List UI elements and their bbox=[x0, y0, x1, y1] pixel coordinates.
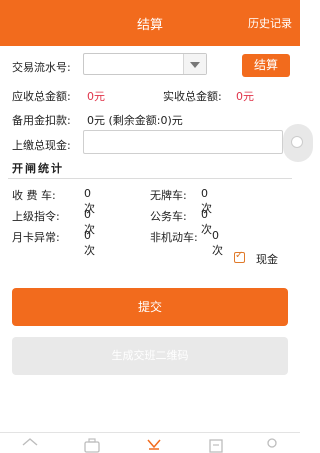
home-icon[interactable] bbox=[22, 437, 38, 453]
generate-shift-qrcode-button[interactable]: 生成交班二维码 bbox=[12, 337, 288, 375]
settle-button[interactable]: 结算 bbox=[242, 54, 290, 77]
stat-label: 月卡异常: bbox=[12, 231, 60, 244]
stat-unlicensed-car: 无牌车: 0次 bbox=[150, 187, 212, 215]
stat-label: 上级指令: bbox=[12, 210, 60, 223]
stat-official-car: 公务车: 0次 bbox=[150, 208, 212, 236]
cash-total-label: 上缴总现金: bbox=[12, 139, 71, 152]
settlement-icon[interactable] bbox=[146, 437, 162, 453]
cash-checkbox-label: 现金 bbox=[256, 253, 278, 266]
txn-number-select[interactable] bbox=[83, 53, 207, 75]
chevron-down-icon[interactable] bbox=[183, 54, 206, 74]
reserve-value: 0元 (剩余金额:0)元 bbox=[87, 114, 183, 127]
bottom-tabbar bbox=[0, 432, 300, 453]
stat-label: 公务车: bbox=[150, 210, 187, 223]
cash-total-input[interactable] bbox=[83, 130, 283, 154]
stat-label: 无牌车: bbox=[150, 189, 187, 202]
user-icon[interactable] bbox=[264, 437, 280, 453]
stats-divider bbox=[8, 178, 292, 179]
history-link[interactable]: 历史记录 bbox=[248, 15, 292, 31]
camera-icon[interactable] bbox=[84, 437, 100, 453]
app-header: 结算 历史记录 bbox=[0, 0, 300, 46]
stat-monthly-card-error: 月卡异常: 0次 bbox=[12, 229, 95, 257]
stat-superior-command: 上级指令: 0次 bbox=[12, 208, 95, 236]
stat-toll-car: 收 费 车: 0次 bbox=[12, 187, 95, 215]
stats-section-title: 开闸统计 bbox=[12, 162, 64, 175]
stat-value: 0次 bbox=[212, 229, 223, 257]
receivable-value: 0元 bbox=[87, 90, 105, 103]
receivable-label: 应收总金额: bbox=[12, 90, 71, 103]
stat-label: 收 费 车: bbox=[12, 189, 56, 202]
submit-button[interactable]: 提交 bbox=[12, 288, 288, 326]
txn-number-label: 交易流水号: bbox=[12, 61, 71, 74]
side-drag-handle[interactable] bbox=[283, 124, 313, 162]
checkbox-checked-icon[interactable] bbox=[234, 250, 245, 263]
stat-value: 0次 bbox=[201, 208, 212, 236]
received-label: 实收总金额: bbox=[163, 90, 222, 103]
stat-non-motor-vehicle: 非机动车: 0次 bbox=[150, 229, 223, 257]
stat-label: 非机动车: bbox=[150, 231, 198, 244]
stat-value: 0次 bbox=[84, 229, 95, 257]
received-value: 0元 bbox=[236, 90, 254, 103]
reserve-label: 备用金扣款: bbox=[12, 114, 71, 127]
calendar-icon[interactable] bbox=[208, 437, 224, 453]
